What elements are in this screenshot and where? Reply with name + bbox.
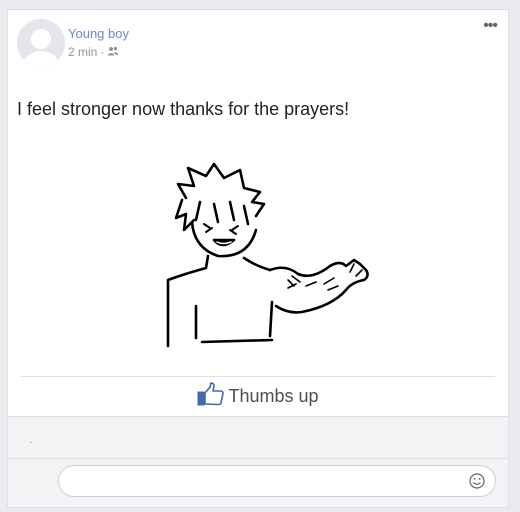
- comments-divider: [8, 458, 508, 459]
- post-card: Young boy 2 min · ••• I feel stronger no…: [7, 9, 509, 508]
- meta-separator: ·: [100, 45, 105, 59]
- more-options-icon[interactable]: •••: [483, 18, 498, 34]
- thumbs-up-icon: [197, 382, 225, 411]
- separator-dot: [30, 442, 32, 443]
- default-avatar-icon: [17, 19, 65, 67]
- comment-box: [58, 465, 496, 497]
- friends-icon[interactable]: [107, 45, 119, 59]
- post-meta: 2 min ·: [68, 45, 119, 59]
- smiley-icon[interactable]: [469, 473, 485, 494]
- divider: [21, 376, 495, 377]
- thumbs-up-button[interactable]: Thumbs up: [8, 382, 508, 411]
- comment-input[interactable]: [71, 466, 455, 496]
- author-name[interactable]: Young boy: [68, 26, 129, 41]
- post-time[interactable]: 2 min: [68, 45, 97, 59]
- avatar[interactable]: [17, 19, 65, 67]
- thumbs-up-label: Thumbs up: [228, 386, 319, 406]
- post-drawing: [166, 162, 369, 348]
- post-text: I feel stronger now thanks for the praye…: [17, 99, 350, 119]
